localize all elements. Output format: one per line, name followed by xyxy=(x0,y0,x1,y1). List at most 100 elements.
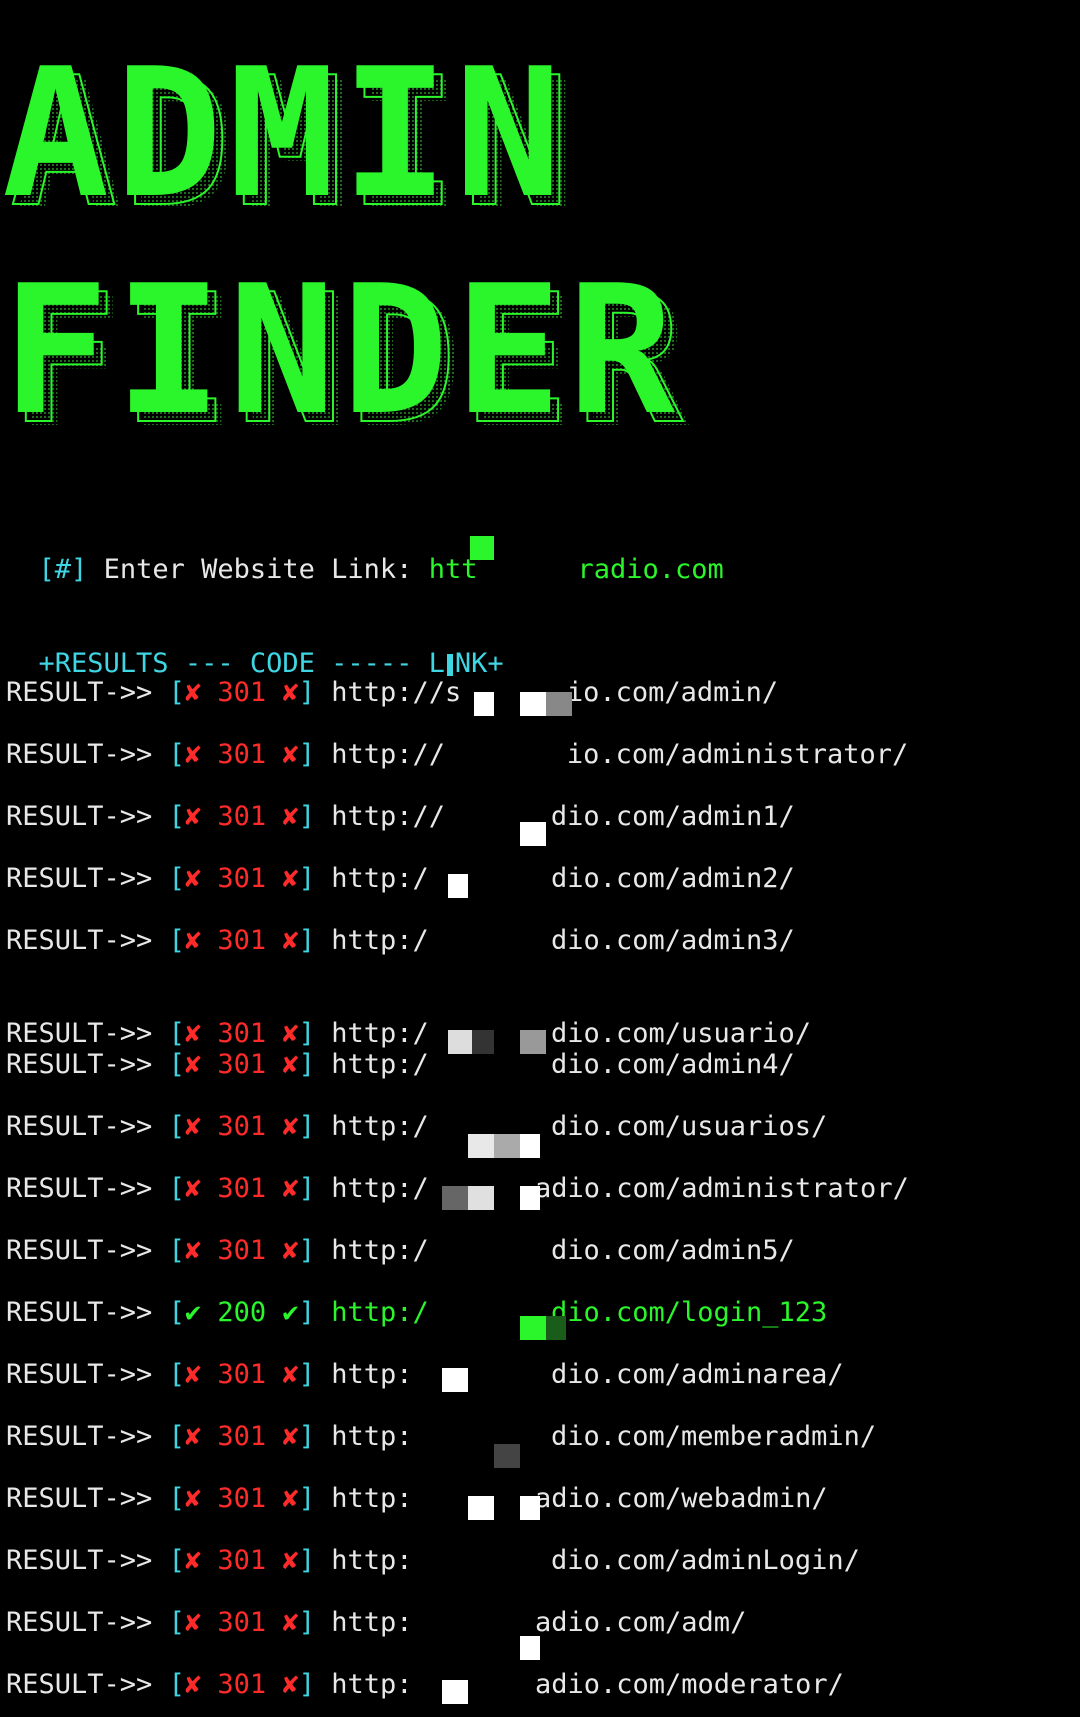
result-row: RESULT->> [✘ 301 ✘] http:/dio.com/usuari… xyxy=(6,1018,811,1050)
redaction-pixel xyxy=(468,1134,494,1158)
cross-icon: ✘ xyxy=(184,1235,202,1266)
cross-icon: ✘ xyxy=(282,1359,299,1390)
bracket-close: ] xyxy=(298,1173,315,1204)
url-start: http: xyxy=(331,1669,413,1700)
redaction-block xyxy=(412,1547,551,1576)
status-code: 301 xyxy=(217,1018,267,1049)
bracket-open: [ xyxy=(168,1545,185,1576)
prompt-prefix: [#] xyxy=(38,554,88,585)
result-row: RESULT->> [✘ 301 ✘] http:/dio.com/usuari… xyxy=(6,1111,827,1143)
bracket-open: [ xyxy=(168,1607,185,1638)
redaction-block xyxy=(445,741,567,770)
cross-icon: ✘ xyxy=(282,1235,299,1266)
cross-icon: ✘ xyxy=(184,1049,202,1080)
redaction-pixel xyxy=(520,1316,546,1340)
cross-icon: ✘ xyxy=(184,1173,202,1204)
result-label: RESULT->> xyxy=(6,677,153,708)
url-end: adio.com/administrator/ xyxy=(534,1173,909,1204)
status-code: 301 xyxy=(217,1421,267,1452)
redaction-block xyxy=(428,1051,551,1080)
url-start: http:/ xyxy=(331,1297,429,1328)
cross-icon: ✘ xyxy=(184,739,202,770)
redaction-block xyxy=(477,556,578,585)
redaction-pixel xyxy=(520,1186,540,1210)
bracket-close: ] xyxy=(298,677,315,708)
result-label: RESULT->> xyxy=(6,1173,153,1204)
redaction-pixel xyxy=(442,1368,468,1392)
url-end: dio.com/adminLogin/ xyxy=(551,1545,860,1576)
url-end: dio.com/admin5/ xyxy=(550,1235,795,1266)
redaction-pixel xyxy=(494,1134,520,1158)
cross-icon: ✘ xyxy=(184,1483,202,1514)
status-code: 301 xyxy=(217,739,267,770)
url-start: http:/ xyxy=(331,1235,429,1266)
result-label: RESULT->> xyxy=(6,1235,153,1266)
status-code: 301 xyxy=(217,801,267,832)
cross-icon: ✘ xyxy=(282,801,299,832)
status-code: 301 xyxy=(217,1483,267,1514)
cross-icon: ✘ xyxy=(282,1545,299,1576)
url-start: http:/ xyxy=(331,1111,429,1142)
results-header-right: NK+ xyxy=(454,648,504,679)
url-end: dio.com/usuarios/ xyxy=(550,1111,828,1142)
result-label: RESULT->> xyxy=(6,1483,153,1514)
bracket-open: [ xyxy=(168,801,185,832)
result-label: RESULT->> xyxy=(6,1049,153,1080)
ascii-banner: ADMIN FINDER ADMIN FINDER ADMIN FINDER xyxy=(0,40,1080,460)
results-header-left: +RESULTS --- CODE ----- L xyxy=(38,648,445,679)
result-row: RESULT->> [✘ 301 ✘] http://dio.com/admin… xyxy=(6,801,795,833)
bracket-open: [ xyxy=(168,1049,185,1080)
url-end: dio.com/admin1/ xyxy=(550,801,795,832)
bracket-close: ] xyxy=(298,1297,315,1328)
redaction-block xyxy=(428,1237,551,1266)
cross-icon: ✘ xyxy=(282,863,299,894)
redaction-pixel xyxy=(520,692,546,716)
url-start: http:// xyxy=(331,801,446,832)
redaction-block xyxy=(428,927,551,956)
header-cursor xyxy=(446,653,453,676)
cross-icon: ✘ xyxy=(184,863,202,894)
prompt-value-end: radio.com xyxy=(577,554,724,585)
result-row: RESULT->> [✘ 301 ✘] http:/dio.com/admin4… xyxy=(6,1049,795,1081)
result-label: RESULT->> xyxy=(6,1359,153,1390)
bracket-close: ] xyxy=(298,1421,315,1452)
cross-icon: ✘ xyxy=(282,1173,299,1204)
result-row: RESULT->> [✔ 200 ✔] http:/dio.com/login_… xyxy=(6,1297,827,1329)
status-code: 301 xyxy=(217,1111,267,1142)
result-row: RESULT->> [✘ 301 ✘] http: adio.com/webadm… xyxy=(6,1483,828,1515)
bracket-close: ] xyxy=(298,1607,315,1638)
result-label: RESULT->> xyxy=(6,1018,153,1049)
redaction-pixel xyxy=(546,1316,566,1340)
bracket-close: ] xyxy=(298,739,315,770)
url-end: adio.com/adm/ xyxy=(535,1607,747,1638)
